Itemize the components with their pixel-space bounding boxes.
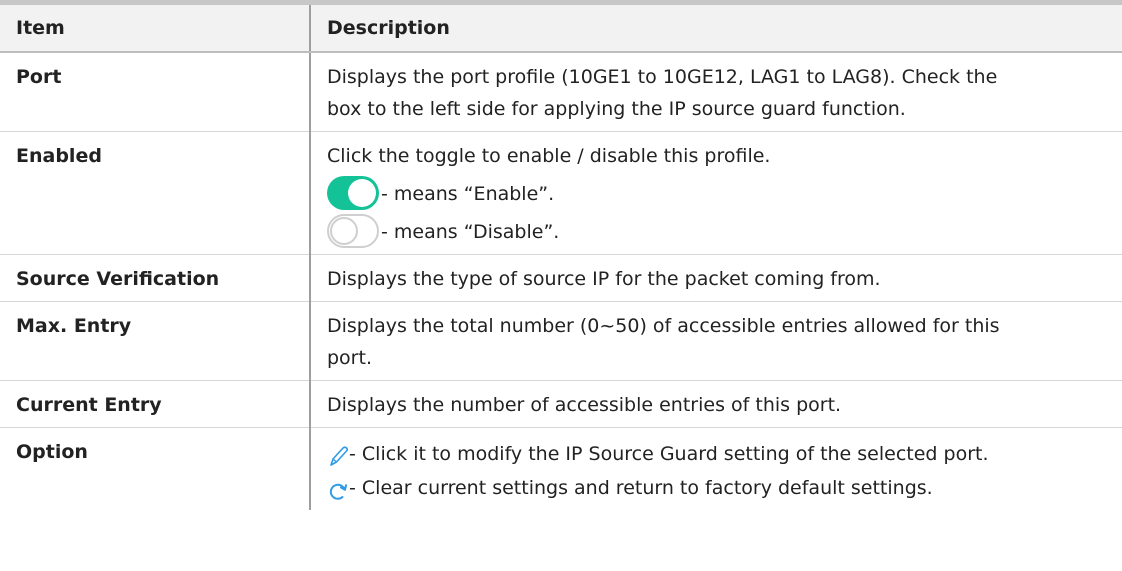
description-line: box to the left side for applying the IP…: [327, 98, 906, 120]
row-description-enabled: Click the toggle to enable / disable thi…: [310, 131, 1122, 255]
table-row: Port Displays the port profile (10GE1 to…: [0, 51, 1122, 132]
row-description-source-verification: Displays the type of source IP for the p…: [310, 254, 1122, 302]
row-description-current-entry: Displays the number of accessible entrie…: [310, 380, 1122, 428]
toggle-off-line: - means “Disable”.: [327, 210, 1108, 248]
header-description: Description: [310, 5, 1122, 53]
row-item-current-entry: Current Entry: [0, 380, 311, 428]
table-row: Current Entry Displays the number of acc…: [0, 380, 1122, 428]
row-item-source-verification: Source Verification: [0, 254, 311, 302]
table-row: Max. Entry Displays the total number (0~…: [0, 301, 1122, 381]
row-item-max-entry: Max. Entry: [0, 301, 311, 381]
toggle-on-text: - means “Enable”.: [381, 183, 555, 205]
row-description-option: - Click it to modify the IP Source Guard…: [310, 427, 1122, 510]
edit-text: - Click it to modify the IP Source Guard…: [349, 443, 989, 465]
description-line: port.: [327, 347, 372, 369]
table-row: Enabled Click the toggle to enable / dis…: [0, 131, 1122, 255]
table-row: Source Verification Displays the type of…: [0, 254, 1122, 302]
description-line: Displays the total number (0~50) of acce…: [327, 315, 1000, 337]
toggle-on-icon: [327, 176, 379, 210]
row-description-max-entry: Displays the total number (0~50) of acce…: [310, 301, 1122, 381]
table-header-row: Item Description: [0, 5, 1122, 53]
description-line: Displays the port profile (10GE1 to 10GE…: [327, 66, 998, 88]
refresh-icon: [327, 478, 349, 504]
reset-line: - Clear current settings and return to f…: [327, 470, 1108, 504]
header-item: Item: [0, 5, 311, 53]
description-line: Displays the number of accessible entrie…: [327, 394, 842, 416]
description-line: Click the toggle to enable / disable thi…: [327, 145, 771, 167]
pencil-icon: [327, 444, 349, 470]
description-table: Item Description Port Displays the port …: [0, 0, 1122, 510]
description-line: Displays the type of source IP for the p…: [327, 268, 881, 290]
reset-text: - Clear current settings and return to f…: [349, 477, 933, 499]
table-row: Option - Click it to modify the IP Sourc…: [0, 427, 1122, 510]
row-item-enabled: Enabled: [0, 131, 311, 255]
toggle-off-icon: [327, 214, 379, 248]
toggle-on-line: - means “Enable”.: [327, 172, 1108, 210]
row-item-option: Option: [0, 427, 311, 510]
edit-line: - Click it to modify the IP Source Guard…: [327, 436, 1108, 470]
row-description-port: Displays the port profile (10GE1 to 10GE…: [310, 51, 1122, 132]
toggle-off-text: - means “Disable”.: [381, 221, 560, 243]
row-item-port: Port: [0, 51, 311, 132]
